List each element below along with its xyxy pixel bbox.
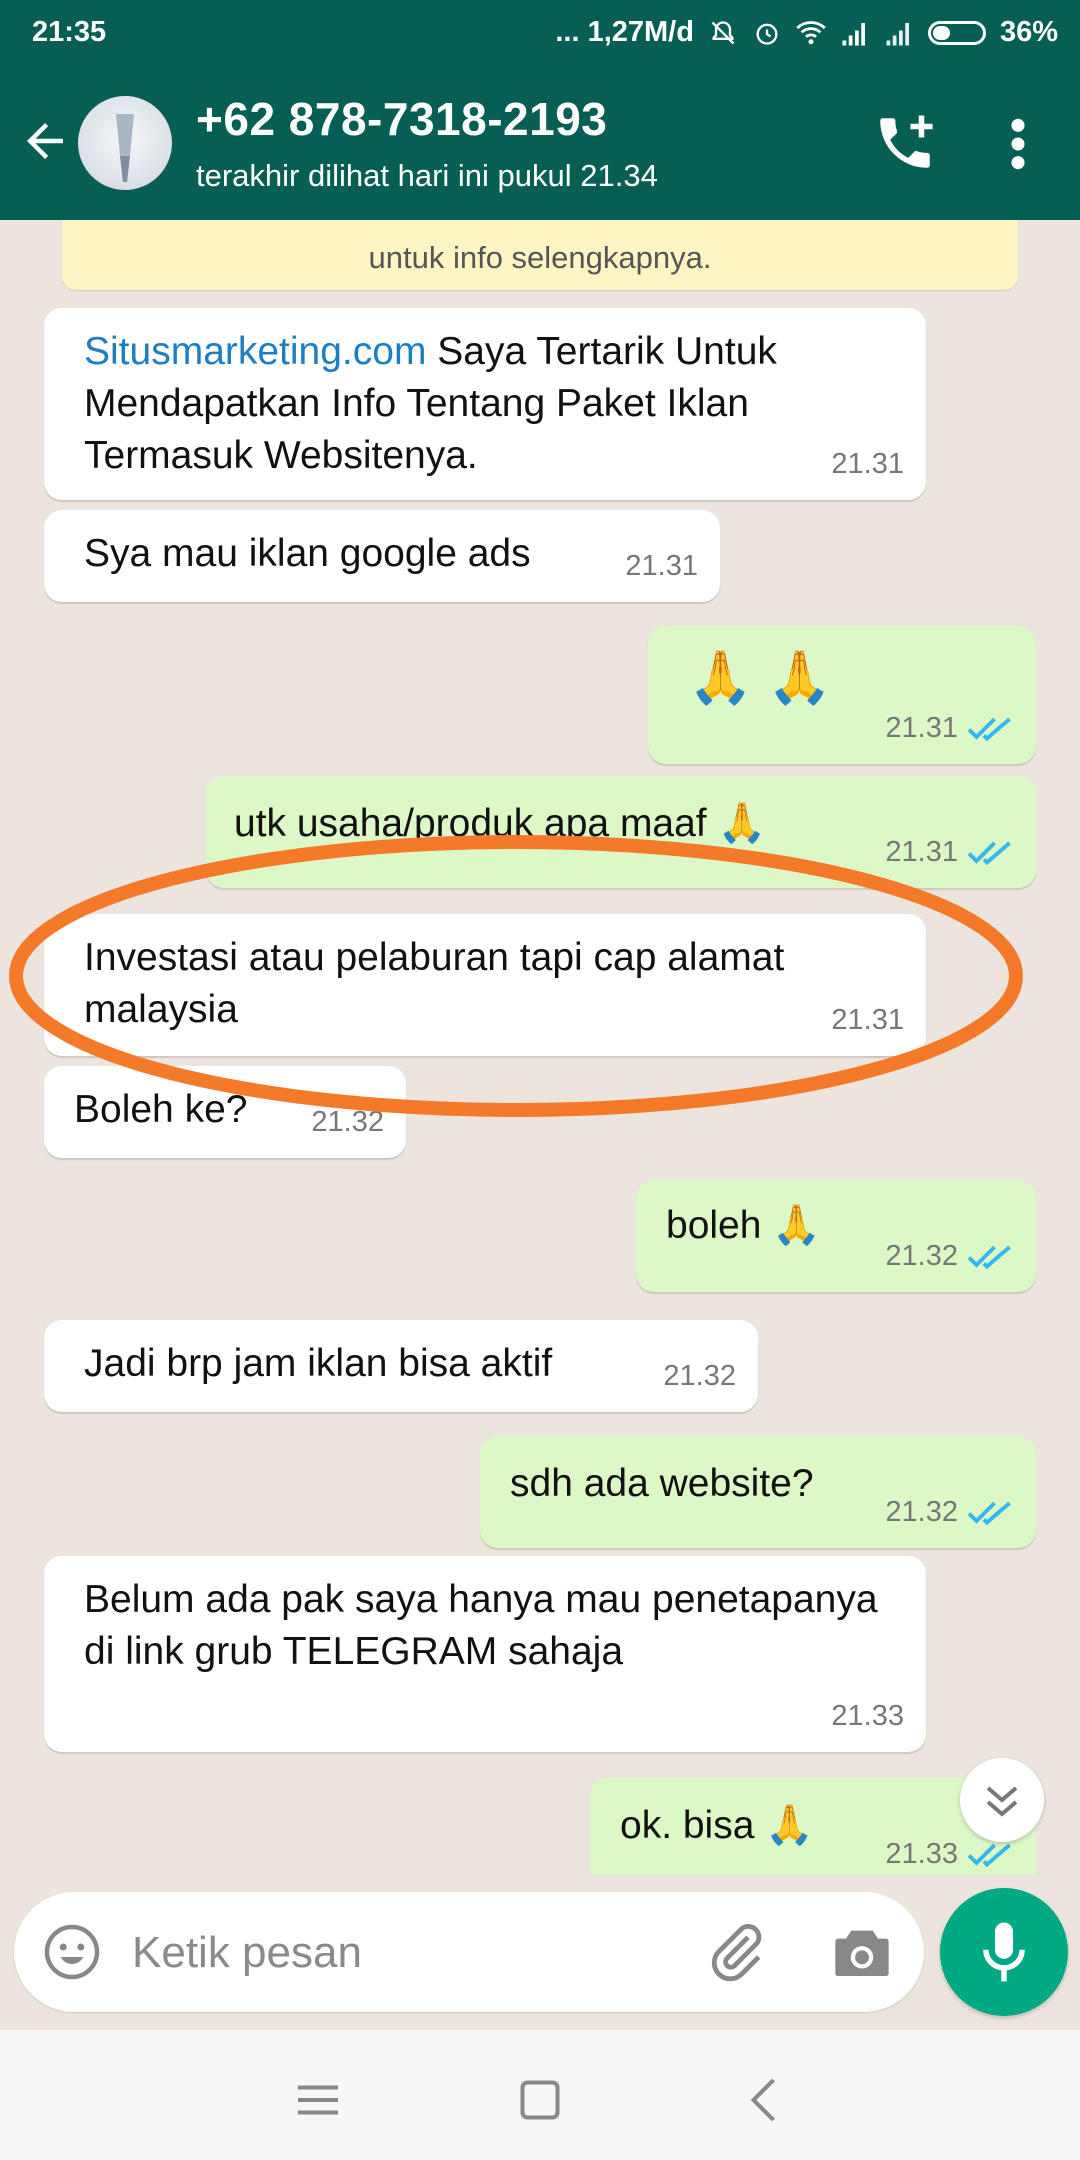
alarm-icon xyxy=(752,19,782,47)
message-text: Belum ada pak saya hanya mau penetapanya… xyxy=(84,1578,878,1673)
message-time: 21.32 xyxy=(885,1496,958,1528)
message-time: 21.31 xyxy=(831,1004,904,1036)
wifi-icon xyxy=(796,19,826,47)
emoji-icon[interactable] xyxy=(42,1922,102,1982)
signal-1-icon xyxy=(840,19,870,47)
more-vert-icon[interactable] xyxy=(1000,116,1036,172)
contact-name[interactable]: +62 878-7318-2193 xyxy=(196,92,607,146)
message-compose-bar xyxy=(14,1892,924,2012)
message-time: 21.31 xyxy=(625,550,698,582)
message-meta: 21.31 xyxy=(885,702,1014,754)
notice-text: untuk info selengkapnya. xyxy=(368,240,712,275)
chat-header: +62 878-7318-2193 terakhir dilihat hari … xyxy=(0,66,1080,220)
message-time: 21.32 xyxy=(885,1240,958,1272)
message-time: 21.33 xyxy=(885,1838,958,1870)
battery-level xyxy=(932,25,950,40)
avatar[interactable] xyxy=(78,96,172,190)
message-bubble[interactable]: sdh ada website? 21.32 xyxy=(480,1436,1036,1548)
message-meta: 21.32 xyxy=(311,1096,384,1148)
message-meta: 21.31 xyxy=(625,540,698,592)
message-bubble[interactable]: boleh 🙏 21.32 xyxy=(636,1180,1036,1292)
message-text: Situsmarketing.com Saya Tertarik Untuk M… xyxy=(84,330,777,477)
message-meta: 21.31 xyxy=(885,826,1014,878)
message-meta: 21.32 xyxy=(885,1486,1014,1538)
message-link[interactable]: Situsmarketing.com xyxy=(84,330,426,373)
read-ticks-icon xyxy=(967,841,1011,866)
mute-icon xyxy=(708,19,738,47)
message-text: 🙏 🙏 xyxy=(688,649,832,707)
message-text: Jadi brp jam iklan bisa aktif xyxy=(84,1342,553,1385)
add-call-icon[interactable] xyxy=(872,110,938,176)
status-icons: ... 1,27M/d 36% xyxy=(555,16,1058,49)
last-seen-status: terakhir dilihat hari ini pukul 21.34 xyxy=(196,158,658,193)
read-ticks-icon xyxy=(967,1501,1011,1526)
status-time: 21:35 xyxy=(32,16,107,48)
message-bubble[interactable]: Sya mau iklan google ads 21.31 xyxy=(44,510,720,602)
back-icon[interactable] xyxy=(736,2070,796,2130)
attach-icon[interactable] xyxy=(704,1920,768,1984)
message-meta: 21.32 xyxy=(663,1350,736,1402)
scroll-to-bottom-button[interactable] xyxy=(960,1758,1044,1842)
message-bubble[interactable]: utk usaha/produk apa maaf 🙏 21.31 xyxy=(206,776,1036,888)
message-meta: 21.33 xyxy=(831,1690,904,1742)
back-arrow-icon[interactable] xyxy=(18,114,72,168)
message-time: 21.32 xyxy=(663,1360,736,1392)
message-time: 21.31 xyxy=(831,448,904,480)
battery-percent: 36% xyxy=(999,16,1058,48)
menu-icon[interactable] xyxy=(288,2070,348,2130)
status-bar: 21:35 ... 1,27M/d 36% xyxy=(0,0,1080,66)
message-text: Investasi atau pelaburan tapi cap alamat… xyxy=(84,936,785,1031)
message-bubble[interactable]: Boleh ke? 21.32 xyxy=(44,1066,406,1158)
message-meta: 21.31 xyxy=(831,994,904,1046)
battery-icon xyxy=(927,20,986,45)
double-chevron-down-icon xyxy=(986,1786,1018,1817)
read-ticks-icon xyxy=(967,1245,1011,1270)
system-navigation-bar xyxy=(0,2030,1080,2160)
encryption-notice[interactable]: untuk info selengkapnya. xyxy=(62,220,1018,290)
signal-2-icon xyxy=(884,19,914,47)
read-ticks-icon xyxy=(967,717,1011,742)
message-bubble[interactable]: Investasi atau pelaburan tapi cap alamat… xyxy=(44,914,926,1056)
message-meta: 21.32 xyxy=(885,1230,1014,1282)
read-ticks-icon xyxy=(967,1843,1011,1868)
message-meta: 21.31 xyxy=(831,438,904,490)
microphone-icon xyxy=(983,1922,1025,1982)
message-time: 21.31 xyxy=(885,836,958,868)
message-text: Sya mau iklan google ads xyxy=(84,532,531,575)
network-speed: ... 1,27M/d xyxy=(555,16,694,48)
message-time: 21.31 xyxy=(885,712,958,744)
voice-record-button[interactable] xyxy=(940,1888,1068,2016)
message-bubble[interactable]: 🙏 🙏 21.31 xyxy=(648,626,1036,764)
message-input[interactable] xyxy=(130,1918,694,1988)
message-time: 21.32 xyxy=(311,1106,384,1138)
home-icon[interactable] xyxy=(510,2070,570,2130)
message-bubble[interactable]: Situsmarketing.com Saya Tertarik Untuk M… xyxy=(44,308,926,500)
message-list[interactable]: untuk info selengkapnya. Situsmarketing.… xyxy=(0,220,1080,1875)
message-bubble[interactable]: Jadi brp jam iklan bisa aktif 21.32 xyxy=(44,1320,758,1412)
message-time: 21.33 xyxy=(831,1700,904,1732)
camera-icon[interactable] xyxy=(830,1922,894,1982)
message-bubble[interactable]: Belum ada pak saya hanya mau penetapanya… xyxy=(44,1556,926,1752)
